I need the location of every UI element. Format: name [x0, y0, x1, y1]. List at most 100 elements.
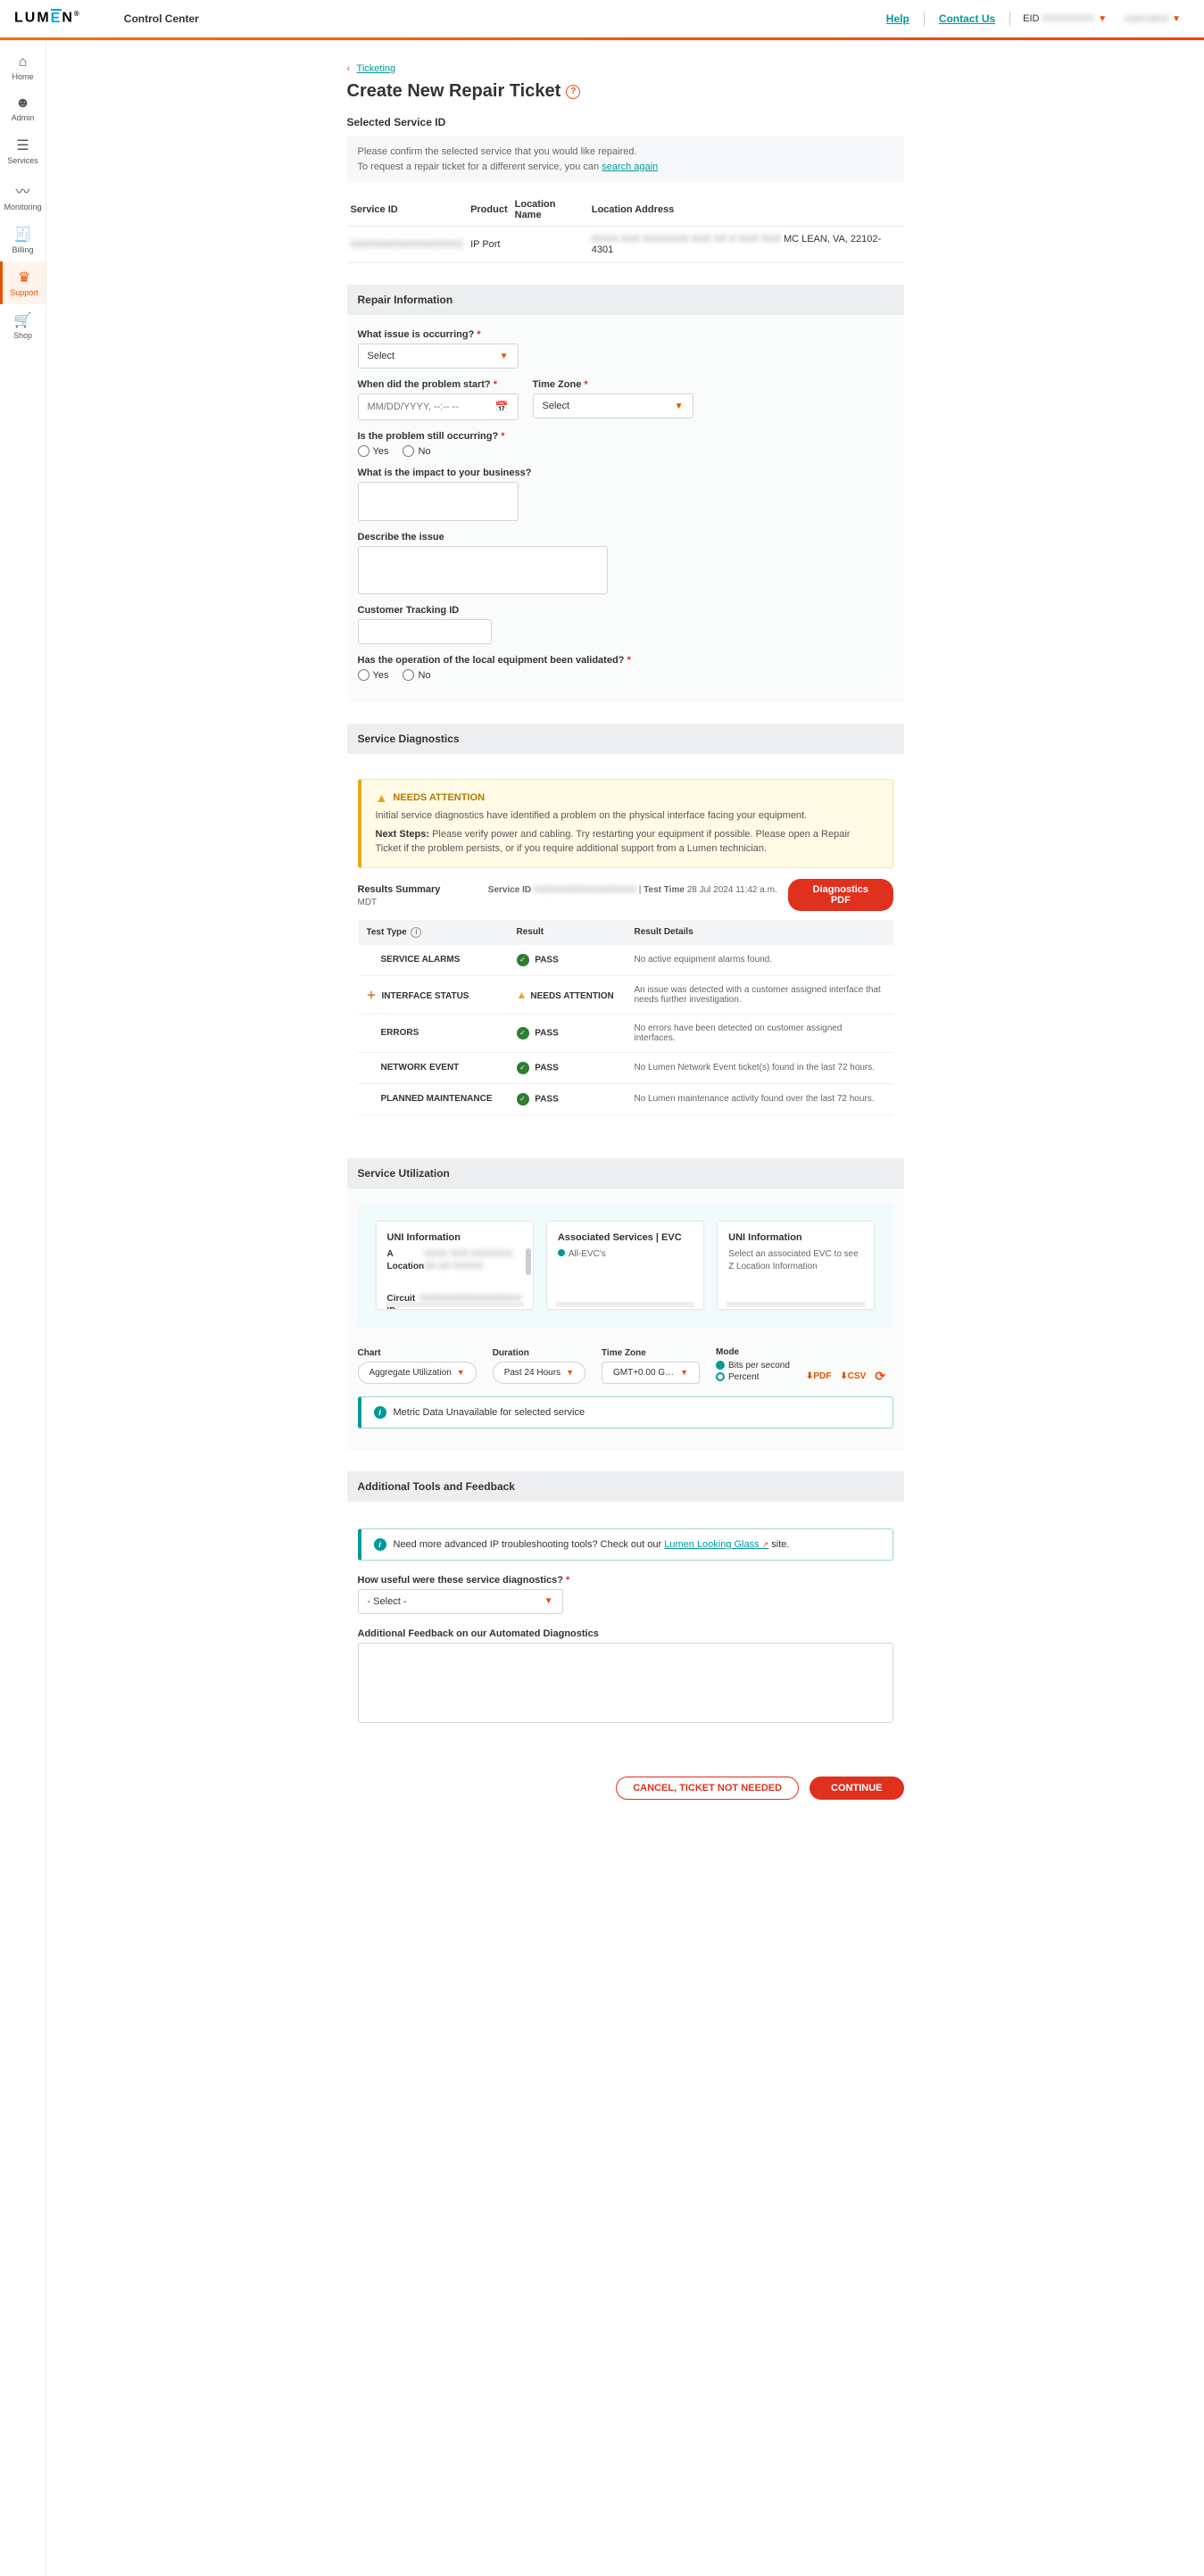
- chart-select[interactable]: Aggregate Utilization▼: [358, 1362, 477, 1384]
- sidebar-item-admin[interactable]: ☻Admin: [0, 88, 46, 129]
- check-icon: ✓: [517, 1027, 529, 1040]
- sidebar-item-home[interactable]: ⌂Home: [0, 47, 46, 88]
- table-row: NETWORK EVENT✓ PASSNo Lumen Network Even…: [358, 1052, 893, 1083]
- feedback-label: Additional Feedback on our Automated Dia…: [358, 1628, 893, 1639]
- timezone-select[interactable]: Select▼: [533, 393, 693, 418]
- chevron-down-icon: ▼: [680, 1368, 688, 1377]
- check-icon: ✓: [517, 954, 529, 966]
- sidebar-item-monitoring[interactable]: 〰Monitoring: [0, 172, 46, 219]
- evc-item[interactable]: All-EVC's: [558, 1248, 693, 1261]
- location-address-value: XXXX XXX XXXXXXX XXX XX X XXX XXX MC LEA…: [588, 227, 904, 263]
- help-icon[interactable]: ?: [566, 85, 580, 99]
- export-pdf-button[interactable]: ⬇PDF: [806, 1371, 831, 1381]
- help-link[interactable]: Help: [886, 12, 909, 25]
- table-row: XX/XXXX/XXXXXX/XXXX IP Port XXXX XXX XXX…: [347, 227, 904, 263]
- expand-icon[interactable]: ＋: [367, 990, 377, 1001]
- breadcrumb: ‹ Ticketing: [347, 62, 904, 74]
- diagnostics-pdf-button[interactable]: Diagnostics PDF: [788, 879, 893, 911]
- topbar: LUMEN® Control Center Help Contact Us EI…: [0, 0, 1204, 37]
- calendar-icon[interactable]: 📅: [495, 401, 509, 413]
- monitoring-icon: 〰: [15, 179, 29, 201]
- product-value: IP Port: [467, 227, 511, 263]
- tracking-label: Customer Tracking ID: [358, 605, 893, 616]
- useful-select[interactable]: - Select -▼: [358, 1589, 563, 1614]
- sidebar-item-support[interactable]: ♛Support: [0, 261, 46, 304]
- billing-icon: 🧾: [14, 226, 32, 244]
- describe-textarea[interactable]: [358, 546, 608, 594]
- check-icon: ✓: [517, 1093, 529, 1106]
- info-icon: i: [374, 1538, 386, 1551]
- contact-link[interactable]: Contact Us: [939, 12, 995, 25]
- still-occurring-label: Is the problem still occurring? *: [358, 431, 893, 442]
- confirm-box: Please confirm the selected service that…: [347, 136, 904, 183]
- confirm-line2: To request a repair ticket for a differe…: [358, 160, 893, 175]
- validated-label: Has the operation of the local equipment…: [358, 655, 893, 666]
- user-dropdown[interactable]: username▼: [1125, 13, 1181, 24]
- section-diagnostics-heading: Service Diagnostics: [347, 724, 904, 754]
- radio-validated-yes[interactable]: Yes: [358, 669, 389, 681]
- sidebar-item-billing[interactable]: 🧾Billing: [0, 219, 46, 261]
- needs-attention-alert: ▲NEEDS ATTENTION Initial service diagnos…: [358, 779, 893, 868]
- radio-on-icon: [716, 1361, 725, 1370]
- uni-a-card: UNI Information A LocationXXXX XXX XXXXX…: [376, 1221, 534, 1310]
- eid-dropdown[interactable]: EID XXXXXXXX▼: [1023, 13, 1107, 24]
- radio-off-icon: [716, 1372, 725, 1381]
- continue-button[interactable]: CONTINUE: [810, 1777, 903, 1800]
- refresh-icon[interactable]: ⟳: [875, 1369, 885, 1384]
- location-name-value: [511, 227, 588, 263]
- section-utilization-heading: Service Utilization: [347, 1158, 904, 1189]
- mode-label: Mode: [716, 1347, 790, 1357]
- duration-label: Duration: [493, 1348, 585, 1358]
- divider: [924, 12, 925, 26]
- sidebar-item-shop[interactable]: 🛒Shop: [0, 304, 46, 347]
- th-location-name: Location Name: [511, 194, 588, 227]
- duration-select[interactable]: Past 24 Hours▼: [493, 1362, 585, 1384]
- hscroll[interactable]: [556, 1302, 694, 1307]
- section-selected-service-heading: Selected Service ID: [347, 116, 904, 128]
- scrollbar[interactable]: [526, 1248, 531, 1275]
- chevron-down-icon: ▼: [500, 352, 509, 361]
- chevron-left-icon: ‹: [347, 63, 351, 74]
- feedback-textarea[interactable]: [358, 1643, 893, 1723]
- export-csv-button[interactable]: ⬇CSV: [840, 1371, 866, 1381]
- th-test-type: Test Type i: [358, 920, 508, 945]
- alert-body: Initial service diagnostics have identif…: [376, 808, 878, 824]
- issue-select[interactable]: Select▼: [358, 344, 519, 369]
- hscroll[interactable]: [727, 1302, 865, 1307]
- divider: [1009, 12, 1010, 26]
- chevron-down-icon: ▼: [1172, 14, 1181, 24]
- tracking-input[interactable]: [358, 619, 492, 644]
- info-icon[interactable]: i: [411, 927, 421, 938]
- warning-icon: ▲: [517, 989, 527, 1001]
- uni-z-card: UNI Information Select an associated EVC…: [717, 1221, 875, 1310]
- date-field[interactable]: [368, 402, 495, 412]
- impact-label: What is the impact to your business?: [358, 468, 893, 478]
- cancel-button[interactable]: CANCEL, TICKET NOT NEEDED: [616, 1777, 799, 1800]
- breadcrumb-link[interactable]: Ticketing: [357, 63, 396, 74]
- th-product: Product: [467, 194, 511, 227]
- problem-start-input[interactable]: 📅: [358, 393, 519, 420]
- home-icon: ⌂: [19, 54, 28, 70]
- service-id-value: XX/XXXX/XXXXXX/XXXX: [351, 239, 464, 250]
- sidebar-item-services[interactable]: ☰Services: [0, 129, 46, 172]
- chevron-down-icon: ▼: [457, 1368, 465, 1377]
- chevron-down-icon: ▼: [1098, 14, 1107, 24]
- radio-no[interactable]: No: [403, 445, 430, 457]
- mode-bits-radio[interactable]: Bits per second: [716, 1361, 790, 1371]
- chart-label: Chart: [358, 1348, 477, 1358]
- search-again-link[interactable]: search again: [602, 162, 658, 172]
- radio-yes[interactable]: Yes: [358, 445, 389, 457]
- chevron-down-icon: ▼: [675, 402, 684, 411]
- mode-percent-radio[interactable]: Percent: [716, 1372, 790, 1382]
- impact-textarea[interactable]: [358, 482, 519, 521]
- sidebar: ⌂Home ☻Admin ☰Services 〰Monitoring 🧾Bill…: [0, 40, 46, 2576]
- th-location-address: Location Address: [588, 194, 904, 227]
- alert-next: Next Steps: Please verify power and cabl…: [376, 827, 878, 857]
- section-repair-heading: Repair Information: [347, 285, 904, 315]
- table-row: PLANNED MAINTENANCE✓ PASSNo Lumen mainte…: [358, 1083, 893, 1114]
- hscroll[interactable]: [386, 1302, 524, 1307]
- radio-validated-no[interactable]: No: [403, 669, 430, 681]
- looking-glass-link[interactable]: Lumen Looking Glass ↗: [664, 1539, 768, 1550]
- util-tz-select[interactable]: GMT+0.00 Greenwich...▼: [602, 1362, 700, 1384]
- associated-services-card: Associated Services | EVC All-EVC's: [546, 1221, 704, 1310]
